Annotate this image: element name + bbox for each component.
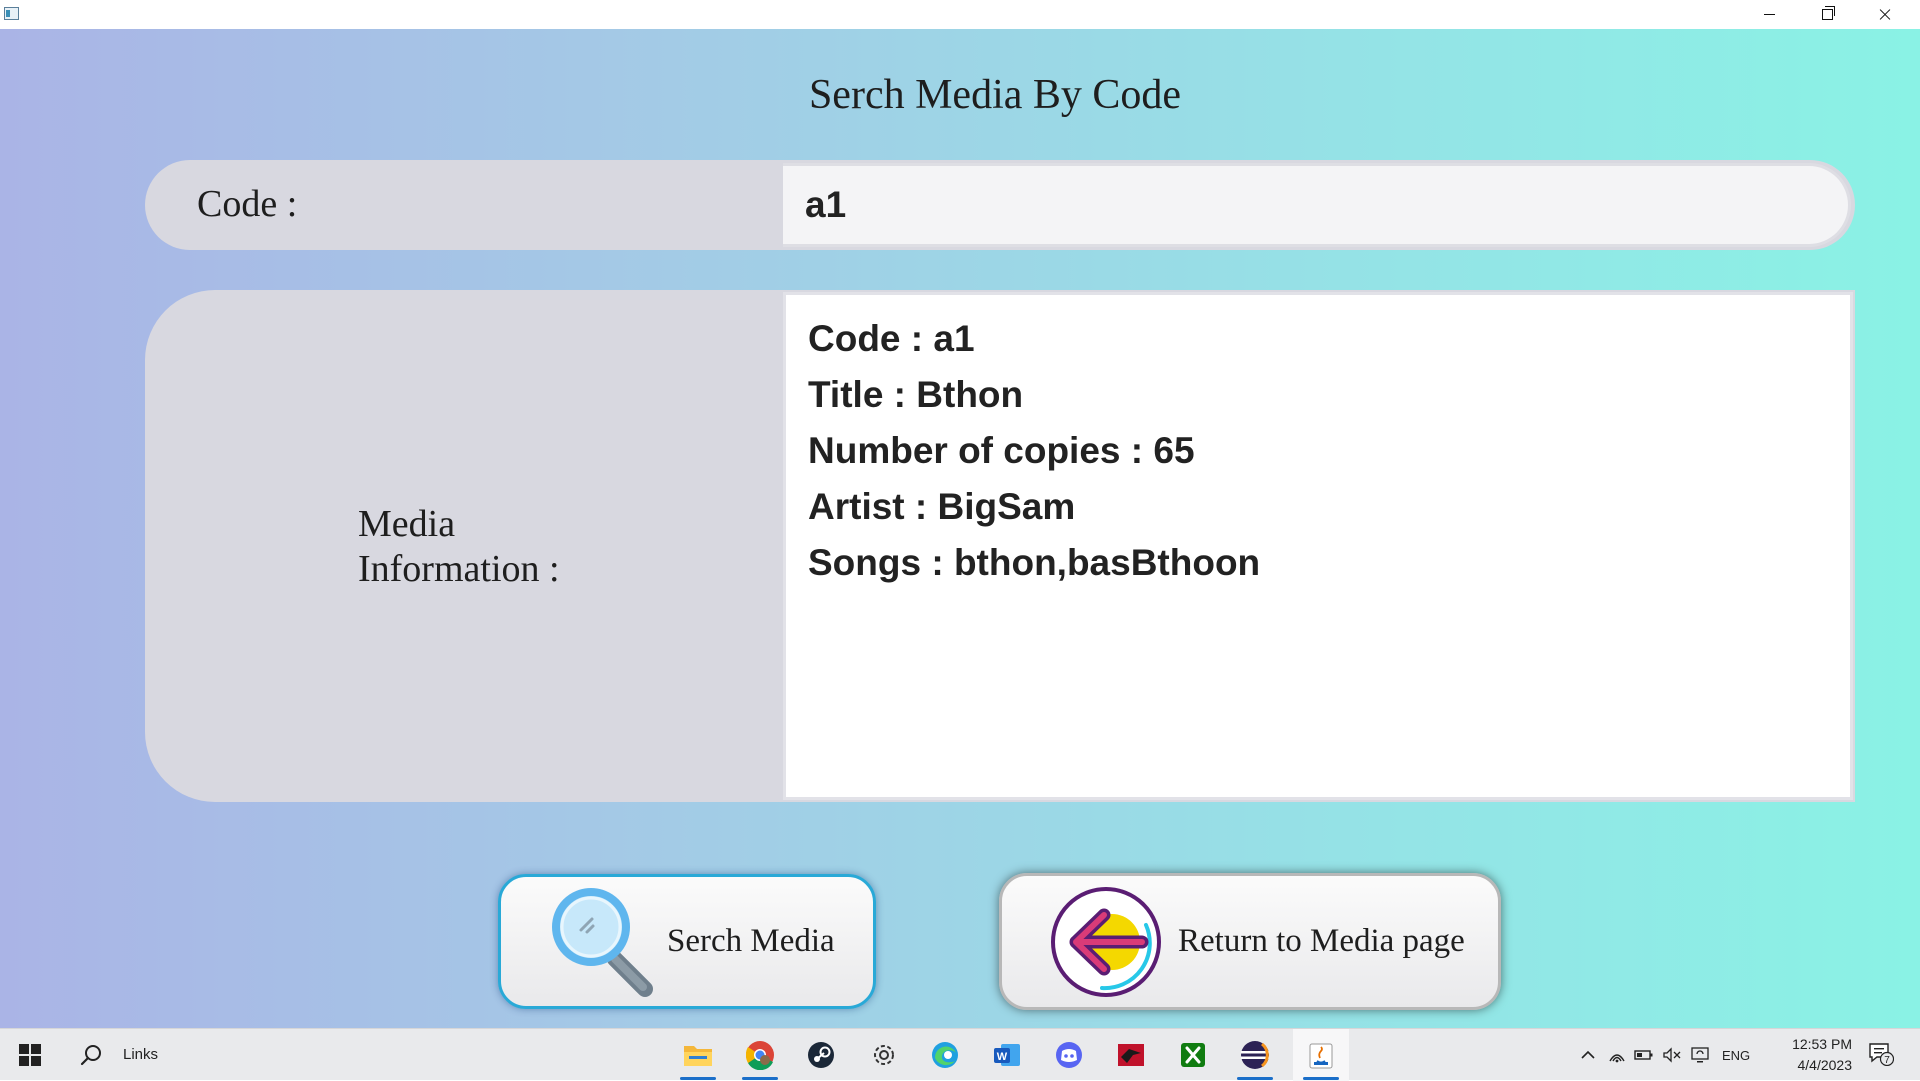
java-icon [1309, 1043, 1333, 1069]
minimize-button[interactable] [1740, 0, 1798, 29]
return-media-page-button[interactable]: Return to Media page [999, 873, 1501, 1010]
word-icon: W [994, 1044, 1020, 1066]
steam-icon [808, 1042, 834, 1068]
info-line-title: Title : Bthon [808, 374, 1024, 415]
taskbar-chrome[interactable] [736, 1029, 784, 1081]
eclipse-icon [1241, 1041, 1269, 1069]
return-media-page-label: Return to Media page [1178, 923, 1465, 959]
chevron-up-icon[interactable] [1580, 1047, 1596, 1063]
search-media-label: Serch Media [667, 923, 835, 959]
info-line-code: Code : a1 [808, 318, 975, 359]
chrome-icon [745, 1041, 774, 1070]
taskbar-settings[interactable] [860, 1029, 908, 1081]
taskbar: Links W ENG 12:53 PM 4/4/2023 7 [0, 1028, 1920, 1081]
media-info-label-line1: Media [358, 503, 456, 545]
code-input[interactable] [783, 163, 1851, 247]
taskbar-steam[interactable] [797, 1029, 845, 1081]
media-info-label-line2: Information : [358, 548, 560, 590]
notification-icon[interactable]: 7 [1868, 1042, 1894, 1066]
battery-icon[interactable] [1634, 1048, 1654, 1062]
volume-muted-icon[interactable] [1662, 1047, 1682, 1063]
display-sync-icon[interactable] [1690, 1046, 1710, 1064]
notification-count: 7 [1884, 1055, 1890, 1066]
minimize-icon [1763, 14, 1775, 15]
svg-text:W: W [997, 1051, 1008, 1063]
wifi-icon[interactable] [1608, 1047, 1626, 1063]
info-line-copies: Number of copies : 65 [808, 430, 1195, 471]
code-row: Code : [145, 160, 1855, 250]
search-media-button[interactable]: Serch Media [498, 874, 876, 1009]
taskbar-eclipse[interactable] [1231, 1029, 1279, 1081]
window-titlebar [0, 0, 1920, 29]
clock-date: 4/4/2023 [1797, 1057, 1853, 1073]
language-indicator[interactable]: ENG [1722, 1048, 1750, 1063]
edge-icon [932, 1042, 958, 1068]
back-arrow-icon [1051, 887, 1161, 997]
main-content: Serch Media By Code Code : Media Informa… [0, 29, 1920, 1028]
media-info-textarea[interactable]: Code : a1 Title : Bthon Number of copies… [783, 292, 1853, 800]
close-icon [1878, 8, 1892, 22]
red-app-icon [1118, 1044, 1144, 1066]
clock-time: 12:53 PM [1792, 1036, 1852, 1052]
file-explorer-icon [684, 1046, 712, 1066]
media-info-label: Media Information : [358, 502, 560, 592]
taskbar-red-app[interactable] [1107, 1029, 1155, 1081]
taskbar-discord[interactable] [1045, 1029, 1093, 1081]
taskbar-search-text[interactable]: Links [123, 1046, 158, 1063]
magnifier-icon [552, 888, 653, 997]
taskbar-file-explorer[interactable] [674, 1029, 722, 1081]
taskbar-java[interactable] [1293, 1029, 1349, 1081]
maximize-button[interactable] [1798, 0, 1856, 29]
media-info-row: Media Information : Code : a1 Title : Bt… [145, 290, 1855, 802]
code-label: Code : [197, 183, 298, 225]
page-title: Serch Media By Code [808, 72, 1182, 118]
taskbar-word[interactable]: W [983, 1029, 1031, 1081]
search-icon [80, 1045, 101, 1066]
windows-logo-icon [19, 1044, 41, 1066]
taskbar-clock[interactable]: 12:53 PM 4/4/2023 [1768, 1034, 1852, 1076]
system-tray: ENG [1580, 1029, 1750, 1081]
discord-icon [1056, 1042, 1082, 1068]
close-button[interactable] [1856, 0, 1914, 29]
taskbar-xbox[interactable] [1169, 1029, 1217, 1081]
xbox-icon [1181, 1043, 1205, 1067]
info-line-artist: Artist : BigSam [808, 486, 1076, 527]
taskbar-edge[interactable] [921, 1029, 969, 1081]
app-icon [4, 7, 19, 20]
start-button[interactable] [0, 1029, 60, 1081]
restore-icon [1821, 6, 1835, 20]
settings-icon [874, 1045, 894, 1065]
info-line-songs: Songs : bthon,basBthoon [808, 542, 1261, 583]
taskbar-search[interactable] [74, 1029, 108, 1081]
